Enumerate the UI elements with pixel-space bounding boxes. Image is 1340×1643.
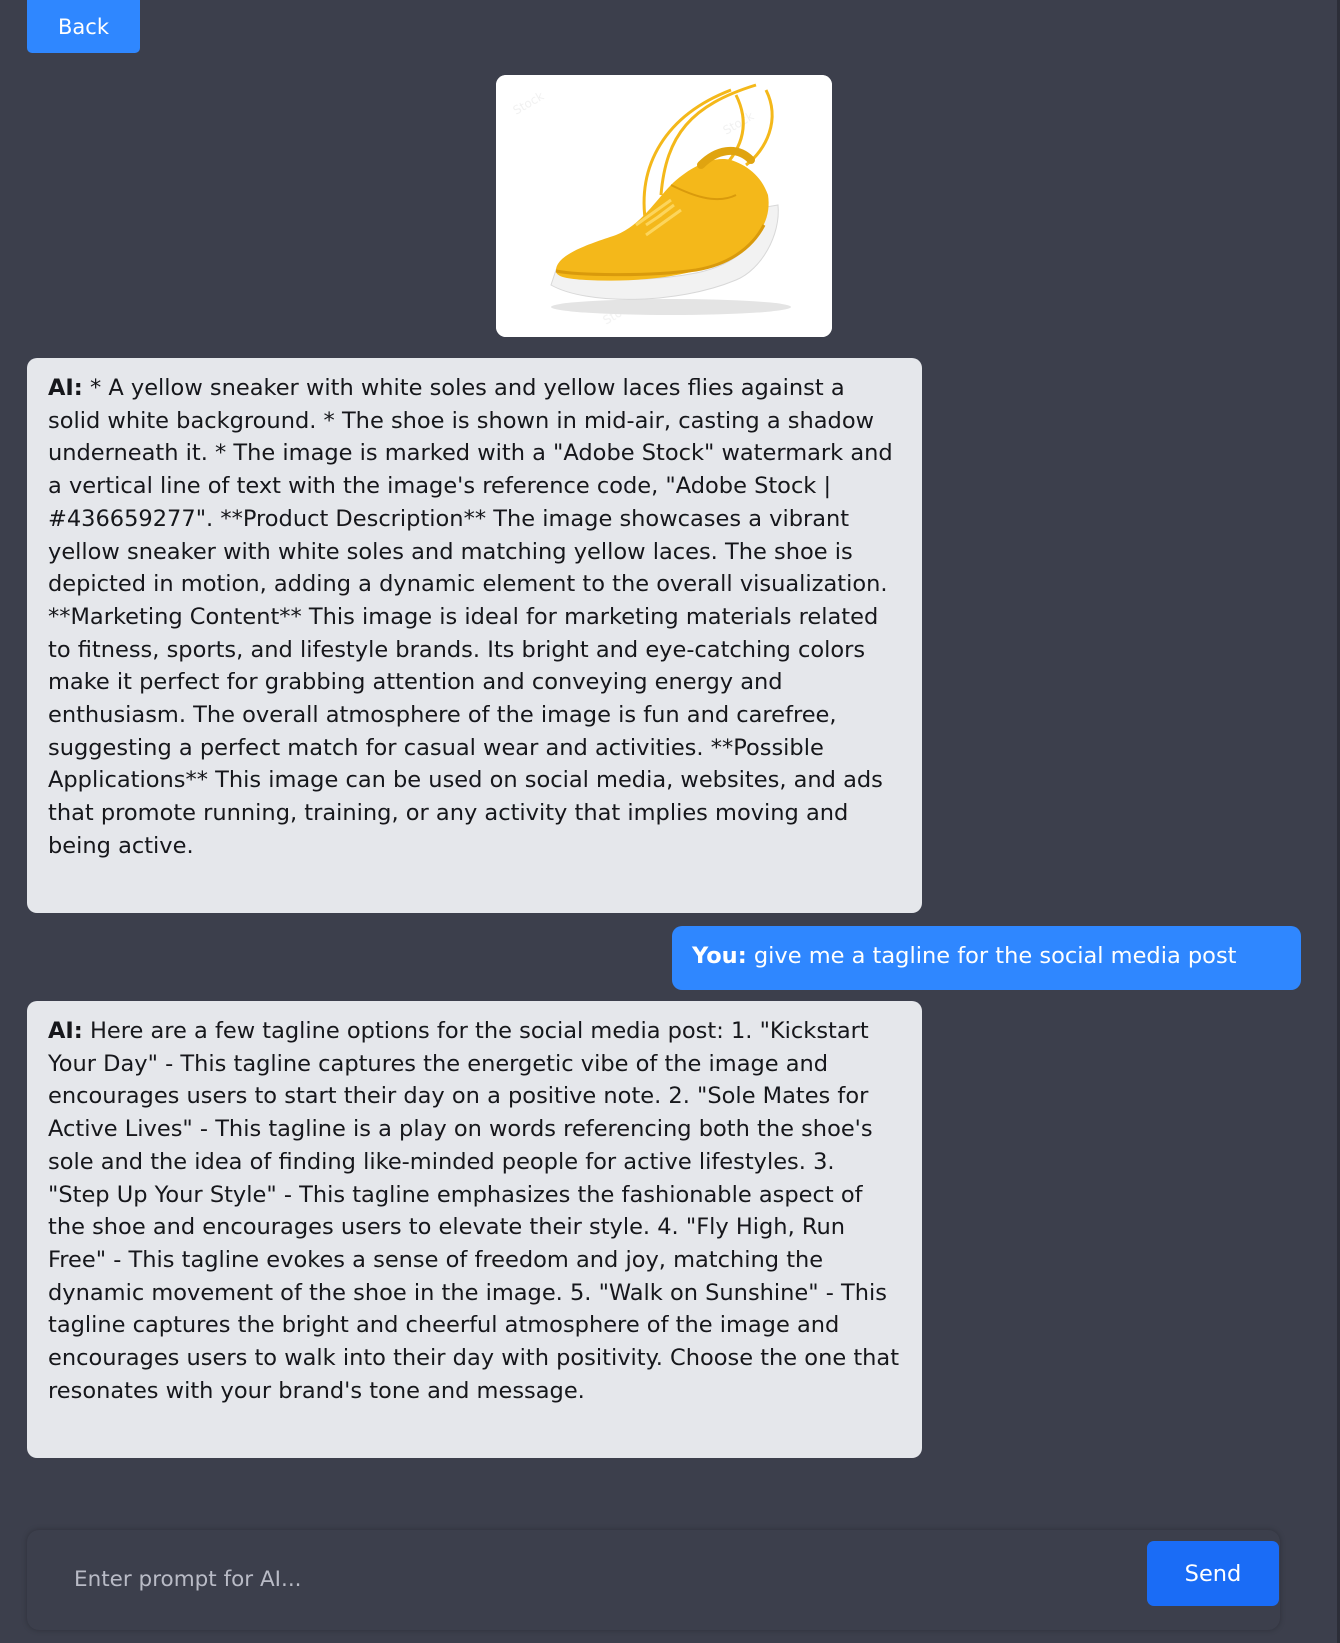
message-speaker: You: — [692, 943, 747, 969]
ai-message: AI: Here are a few tagline options for t… — [27, 1001, 922, 1458]
message-text: Here are a few tagline options for the s… — [48, 1018, 900, 1404]
message-text: * A yellow sneaker with white soles and … — [48, 375, 893, 859]
user-message: You: give me a tagline for the social me… — [672, 926, 1301, 990]
prompt-composer: Send — [27, 1530, 1280, 1630]
send-button[interactable]: Send — [1147, 1541, 1279, 1606]
message-speaker: AI: — [48, 375, 83, 401]
message-text: give me a tagline for the social media p… — [746, 943, 1237, 969]
prompt-input[interactable] — [72, 1556, 1076, 1602]
chat-app: Back Stock Stock Stock — [0, 0, 1340, 1643]
ai-message: AI: * A yellow sneaker with white soles … — [27, 358, 922, 913]
uploaded-image: Stock Stock Stock — [496, 75, 832, 337]
back-button[interactable]: Back — [27, 0, 140, 53]
sneaker-image: Stock Stock Stock — [496, 75, 832, 337]
message-speaker: AI: — [48, 1018, 83, 1044]
